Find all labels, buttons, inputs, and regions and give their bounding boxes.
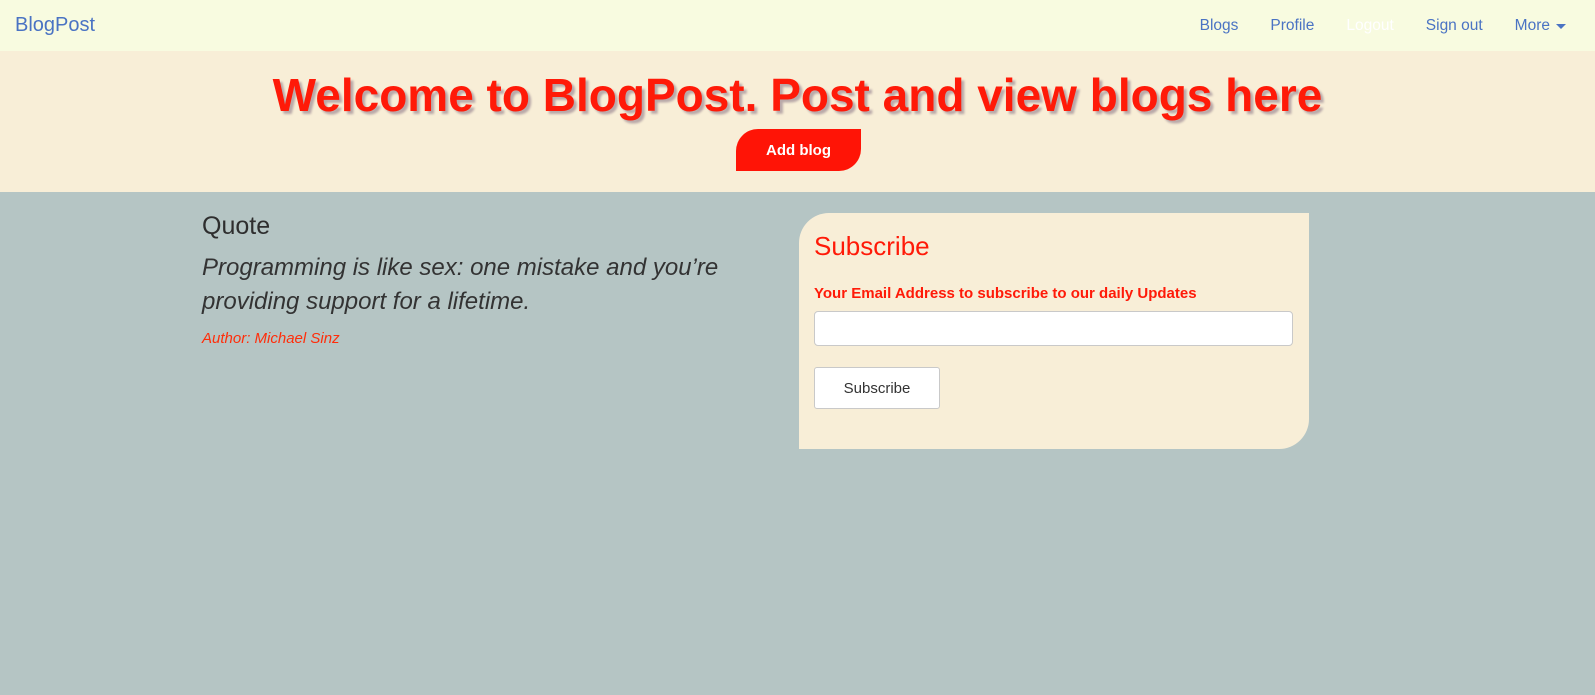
quote-heading: Quote: [202, 212, 271, 240]
more-dropdown[interactable]: More: [1499, 0, 1595, 51]
hero-banner: Welcome to BlogPost. Post and view blogs…: [0, 51, 1595, 192]
email-label: Your Email Address to subscribe to our d…: [814, 285, 1197, 302]
add-blog-button[interactable]: Add blog: [736, 129, 861, 171]
email-input[interactable]: [814, 311, 1293, 346]
more-dropdown-label[interactable]: More: [1499, 0, 1550, 51]
navbar: BlogPost Blogs Profile Logout Sign out M…: [0, 0, 1595, 51]
caret-down-icon: [1556, 24, 1566, 29]
hero-title: Welcome to BlogPost. Post and view blogs…: [272, 69, 1323, 121]
subscribe-card: Subscribe Your Email Address to subscrib…: [799, 213, 1309, 449]
quote-author: Author: Michael Sinz: [202, 330, 340, 347]
brand-link[interactable]: BlogPost: [15, 14, 95, 37]
nav-link-profile[interactable]: Profile: [1254, 0, 1330, 51]
nav-links: Blogs Profile Logout Sign out More: [1184, 0, 1595, 51]
quote-section: Quote Programming is like sex: one mista…: [202, 210, 762, 347]
subscribe-title: Subscribe: [814, 231, 930, 261]
nav-link-blogs[interactable]: Blogs: [1184, 0, 1255, 51]
quote-text: Programming is like sex: one mistake and…: [202, 254, 719, 315]
nav-link-sign-out[interactable]: Sign out: [1410, 0, 1499, 51]
subscribe-button[interactable]: Subscribe: [814, 367, 940, 409]
nav-link-logout[interactable]: Logout: [1330, 0, 1409, 51]
